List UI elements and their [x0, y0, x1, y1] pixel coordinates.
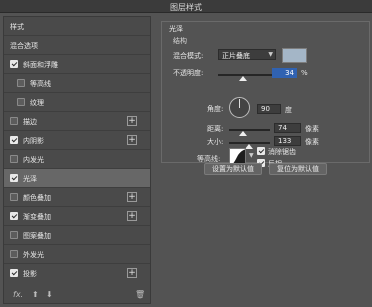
blend-mode-value: 正片叠底	[222, 52, 250, 60]
size-input[interactable]: 133	[274, 136, 301, 146]
antialias-checkbox[interactable]	[257, 147, 265, 155]
blend-mode-select[interactable]: 正片叠底 ▼	[218, 49, 276, 60]
style-item-label: 投影	[23, 270, 37, 278]
distance-input[interactable]: 74	[274, 123, 301, 133]
style-item-label: 等高线	[30, 80, 51, 88]
style-item-label: 纹理	[30, 99, 44, 107]
style-item-label: 斜面和浮雕	[23, 61, 58, 69]
style-item-blending-options[interactable]: 混合选项	[4, 36, 150, 55]
style-item-inner-glow[interactable]: 内发光	[4, 150, 150, 169]
title-bar: 图层样式	[0, 0, 372, 13]
inner-shadow-checkbox[interactable]	[10, 136, 18, 144]
texture-checkbox[interactable]	[17, 98, 25, 106]
style-item-label: 外发光	[23, 251, 44, 259]
add-color-overlay-button[interactable]: +	[127, 192, 137, 202]
reset-default-button[interactable]: 复位为默认值	[269, 163, 327, 175]
opacity-unit: %	[301, 69, 308, 77]
style-item-label: 图案叠加	[23, 232, 51, 240]
style-item-satin[interactable]: 光泽	[4, 169, 150, 188]
style-item-label: 颜色叠加	[23, 194, 51, 202]
satin-group: 光泽 结构 混合模式: 正片叠底 ▼ 不透明度: 34 % 角度: 90 度 距…	[161, 21, 370, 168]
add-inner-shadow-button[interactable]: +	[127, 135, 137, 145]
satin-checkbox[interactable]	[10, 174, 18, 182]
size-label: 大小:	[207, 138, 224, 146]
style-item-label: 内阴影	[23, 137, 44, 145]
satin-settings-panel: 光泽 结构 混合模式: 正片叠底 ▼ 不透明度: 34 % 角度: 90 度 距…	[161, 16, 370, 304]
opacity-slider-thumb[interactable]	[239, 76, 248, 81]
style-item-color-overlay[interactable]: 颜色叠加 +	[4, 188, 150, 207]
add-stroke-button[interactable]: +	[127, 116, 137, 126]
distance-unit: 像素	[305, 125, 319, 133]
distance-slider-track[interactable]	[229, 129, 270, 131]
trash-icon[interactable]: 🗑	[135, 290, 145, 299]
add-gradient-overlay-button[interactable]: +	[127, 211, 137, 221]
style-item-gradient-overlay[interactable]: 渐变叠加 +	[4, 207, 150, 226]
bevel-emboss-checkbox[interactable]	[10, 60, 18, 68]
contour-checkbox[interactable]	[17, 79, 25, 87]
style-item-drop-shadow[interactable]: 投影 +	[4, 264, 150, 283]
opacity-input[interactable]: 34	[272, 68, 297, 78]
style-item-label: 光泽	[23, 175, 37, 183]
style-item-label: 内发光	[23, 156, 44, 164]
move-down-icon[interactable]: ⬇	[46, 290, 53, 299]
size-slider-thumb[interactable]	[245, 144, 253, 149]
distance-slider-thumb[interactable]	[239, 131, 247, 136]
angle-dial[interactable]	[229, 97, 250, 118]
size-unit: 像素	[305, 138, 319, 146]
antialias-label: 消除锯齿	[268, 148, 296, 156]
add-drop-shadow-button[interactable]: +	[127, 268, 137, 278]
distance-label: 距离:	[207, 125, 224, 133]
blend-mode-label: 混合模式:	[173, 52, 204, 60]
style-item-stroke[interactable]: 描边 +	[4, 112, 150, 131]
style-list-toolbar: fx. ⬆ ⬇ 🗑	[4, 287, 150, 303]
group-title: 光泽	[167, 24, 185, 34]
gradient-overlay-checkbox[interactable]	[10, 212, 18, 220]
angle-unit: 度	[285, 106, 292, 114]
window-title: 图层样式	[170, 3, 202, 12]
chevron-down-icon: ▼	[268, 51, 273, 58]
style-item-contour[interactable]: 等高线	[4, 74, 150, 93]
stroke-checkbox[interactable]	[10, 117, 18, 125]
style-item-outer-glow[interactable]: 外发光	[4, 245, 150, 264]
outer-glow-checkbox[interactable]	[10, 250, 18, 258]
styles-label: 样式	[10, 23, 24, 31]
inner-glow-checkbox[interactable]	[10, 155, 18, 163]
chevron-down-icon[interactable]: ▼	[249, 152, 254, 159]
style-item-texture[interactable]: 纹理	[4, 93, 150, 112]
color-overlay-checkbox[interactable]	[10, 193, 18, 201]
fx-icon[interactable]: fx.	[13, 290, 23, 299]
opacity-label: 不透明度:	[173, 69, 204, 77]
style-item-label: 描边	[23, 118, 37, 126]
style-item-pattern-overlay[interactable]: 图案叠加	[4, 226, 150, 245]
style-item-label: 渐变叠加	[23, 213, 51, 221]
set-default-button[interactable]: 设置为默认值	[204, 163, 262, 175]
move-up-icon[interactable]: ⬆	[32, 290, 39, 299]
style-list-panel: 样式 混合选项 斜面和浮雕 等高线 纹理 描边 + 内阴影 + 内发光 光泽 颜…	[3, 16, 151, 304]
angle-label: 角度:	[207, 105, 224, 113]
style-list-header[interactable]: 样式	[4, 17, 150, 36]
pattern-overlay-checkbox[interactable]	[10, 231, 18, 239]
angle-input[interactable]: 90	[257, 104, 281, 114]
color-swatch[interactable]	[282, 48, 307, 63]
style-item-bevel-emboss[interactable]: 斜面和浮雕	[4, 55, 150, 74]
drop-shadow-checkbox[interactable]	[10, 269, 18, 277]
style-item-inner-shadow[interactable]: 内阴影 +	[4, 131, 150, 150]
section-title: 结构	[173, 37, 187, 45]
style-item-label: 混合选项	[10, 42, 38, 50]
